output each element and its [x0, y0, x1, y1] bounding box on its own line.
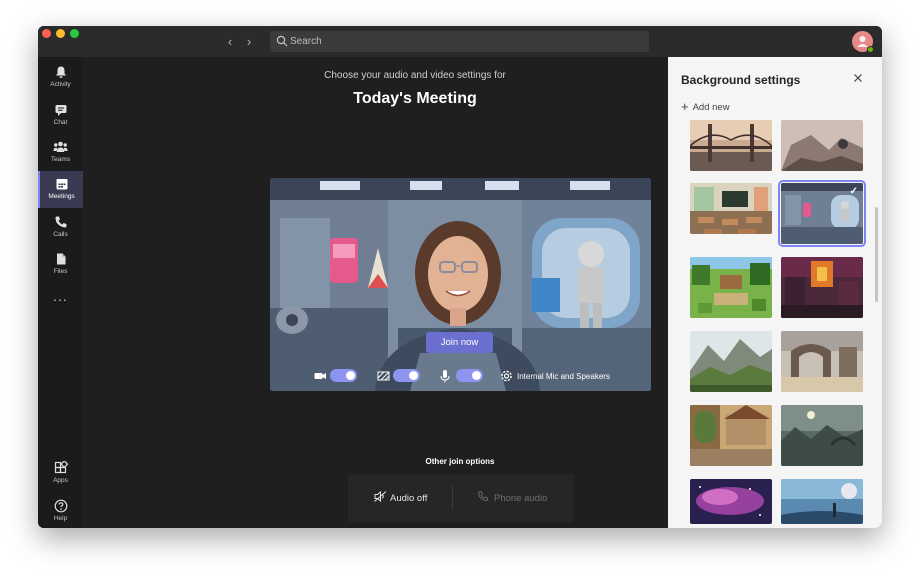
background-effects-icon — [377, 371, 390, 381]
rail-label: Activity — [50, 81, 71, 88]
minimize-window-button[interactable] — [56, 29, 65, 38]
classroom-bg — [690, 183, 772, 234]
add-new-label: Add new — [692, 102, 730, 113]
rail-label: Apps — [53, 477, 68, 484]
microphone-icon — [440, 370, 450, 383]
golden-gate-bridge-bg — [690, 120, 772, 171]
video-preview — [270, 178, 651, 391]
more-apps-ellipsis-icon[interactable]: ... — [38, 289, 83, 303]
background-thumbnail[interactable] — [690, 479, 772, 524]
background-thumbnail[interactable] — [781, 479, 863, 524]
panel-scrollbar[interactable] — [875, 207, 878, 302]
background-effects-toggle[interactable] — [393, 369, 420, 382]
audio-off-label: Audio off — [390, 493, 428, 504]
camera-feed-image — [270, 178, 651, 391]
phone-audio-option[interactable]: Phone audio — [478, 491, 547, 504]
forward-arrow-icon[interactable]: › — [243, 35, 255, 48]
phone-icon — [478, 491, 489, 502]
background-thumbnail[interactable] — [690, 257, 772, 318]
rail-item-teams[interactable]: Teams — [38, 134, 83, 171]
background-settings-panel: Background settings + Add new ✓ — [668, 57, 882, 528]
device-settings-label[interactable]: Internal Mic and Speakers — [517, 372, 610, 381]
speaker-off-icon — [374, 490, 387, 503]
rail-label: Calls — [53, 231, 68, 238]
plus-icon: + — [681, 99, 689, 114]
background-thumbnail[interactable] — [690, 331, 772, 392]
background-thumbnail[interactable] — [690, 405, 772, 466]
rail-item-files[interactable]: Files — [38, 246, 83, 283]
phone-audio-label: Phone audio — [494, 493, 548, 504]
background-thumbnail[interactable] — [781, 405, 863, 466]
camera-toggle[interactable] — [330, 369, 357, 382]
help-icon — [54, 499, 67, 513]
gear-icon[interactable] — [500, 369, 513, 383]
join-options-bar: Audio off Phone audio — [348, 474, 574, 522]
maximize-window-button[interactable] — [70, 29, 79, 38]
stone-ruins-bg — [781, 331, 863, 392]
planet-horizon-bg — [781, 479, 863, 524]
phone-icon — [55, 216, 66, 228]
background-thumbnail[interactable] — [690, 183, 772, 234]
search-bar[interactable] — [270, 31, 649, 52]
rail-label: Chat — [53, 119, 68, 126]
rail-label: Help — [53, 515, 68, 522]
teams-icon — [53, 141, 68, 152]
rail-item-meetings[interactable]: Meetings — [38, 171, 83, 208]
back-arrow-icon[interactable]: ‹ — [224, 35, 236, 48]
background-thumbnail[interactable] — [781, 120, 863, 171]
mountain-valley-bg — [690, 331, 772, 392]
rail-item-calls[interactable]: Calls — [38, 209, 83, 246]
app-window: ‹ › Activity Chat Teams Meetings — [38, 26, 882, 528]
alien-landscape-bg — [781, 405, 863, 466]
add-new-background-button[interactable]: + Add new — [681, 99, 730, 114]
background-thumbnail-selected[interactable]: ✓ — [778, 180, 866, 247]
user-avatar[interactable] — [852, 31, 874, 53]
background-thumbnail[interactable] — [690, 120, 772, 171]
checkmark-icon: ✓ — [849, 186, 858, 197]
nebula-bg — [690, 479, 772, 524]
rail-label: Meetings — [48, 193, 75, 200]
panel-title: Background settings — [681, 73, 801, 87]
search-input[interactable] — [290, 33, 640, 50]
rocky-arch-bg — [781, 120, 863, 171]
calendar-icon — [56, 179, 67, 190]
search-icon — [276, 35, 288, 47]
minecraft-nether-bg — [781, 257, 863, 318]
presence-status-icon — [867, 46, 874, 53]
rail-label: Files — [53, 268, 68, 275]
rail-item-help[interactable]: Help — [38, 493, 83, 528]
close-window-button[interactable] — [42, 29, 51, 38]
rail-label: Teams — [50, 156, 71, 163]
microphone-toggle[interactable] — [456, 369, 483, 382]
title-bar: ‹ › — [38, 26, 882, 57]
minecraft-village-bg — [690, 257, 772, 318]
background-thumbnail[interactable] — [781, 331, 863, 392]
audio-off-option[interactable]: Audio off — [374, 490, 428, 504]
fantasy-village-bg — [690, 405, 772, 466]
file-icon — [56, 253, 65, 265]
camera-icon — [314, 373, 326, 379]
background-thumbnail[interactable] — [781, 257, 863, 318]
join-now-button[interactable]: Join now — [426, 332, 493, 353]
options-divider — [452, 486, 453, 510]
close-icon[interactable] — [852, 72, 864, 84]
